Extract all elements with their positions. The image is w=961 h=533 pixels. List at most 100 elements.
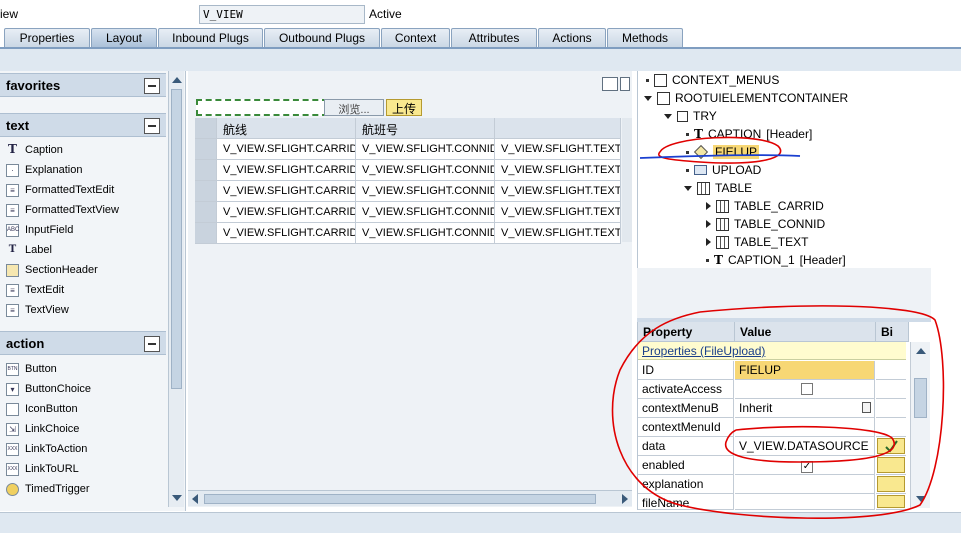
tab-properties[interactable]: Properties bbox=[4, 28, 90, 48]
palette-group-action[interactable]: action bbox=[0, 331, 166, 355]
scroll-down-icon[interactable] bbox=[172, 495, 182, 501]
palette-item-linkchoice[interactable]: ⇲ LinkChoice bbox=[6, 420, 79, 438]
palette-item-buttonchoice[interactable]: ▾ ButtonChoice bbox=[6, 380, 91, 398]
column-header[interactable]: 航线 bbox=[217, 118, 356, 139]
tree-node-rootuielementcontainer[interactable]: ROOTUIELEMENTCONTAINER bbox=[644, 89, 848, 107]
palette-item-inputfield[interactable]: ABC InputField bbox=[6, 221, 73, 239]
expand-triangle-icon[interactable] bbox=[706, 238, 711, 246]
view-name-field[interactable]: V_VIEW bbox=[199, 5, 365, 24]
palette-item-formattedtextview[interactable]: ≡ FormattedTextView bbox=[6, 201, 119, 219]
palette-item-iconbutton[interactable]: IconButton bbox=[6, 400, 78, 418]
row-selector[interactable] bbox=[195, 139, 217, 160]
tree-node-context-menus[interactable]: CONTEXT_MENUS bbox=[646, 71, 779, 89]
palette-item-caption[interactable]: T Caption bbox=[6, 141, 63, 159]
property-row-filename[interactable]: fileName bbox=[638, 494, 908, 510]
table-row[interactable]: V_VIEW.SFLIGHT.CARRID V_VIEW.SFLIGHT.CON… bbox=[195, 139, 621, 160]
palette-item-timedtrigger[interactable]: TimedTrigger bbox=[6, 480, 90, 498]
tree-node-caption[interactable]: T CAPTION [Header] bbox=[686, 125, 812, 143]
enabled-checkbox[interactable]: ✓ bbox=[801, 461, 813, 473]
layout-view-icon[interactable] bbox=[602, 77, 618, 91]
palette-item-linktoaction[interactable]: XXX LinkToAction bbox=[6, 440, 87, 458]
property-row-data[interactable]: data V_VIEW.DATASOURCE bbox=[638, 437, 908, 456]
layout-toggle-icon[interactable] bbox=[620, 77, 630, 91]
file-upload-input[interactable] bbox=[196, 99, 328, 116]
property-scrollbar[interactable] bbox=[910, 342, 930, 508]
scroll-thumb[interactable] bbox=[914, 378, 927, 418]
palette-item-linktourl[interactable]: XXX LinkToURL bbox=[6, 460, 79, 478]
collapse-triangle-icon[interactable] bbox=[664, 113, 672, 119]
scroll-thumb[interactable] bbox=[171, 89, 182, 389]
table-row[interactable]: V_VIEW.SFLIGHT.CARRID V_VIEW.SFLIGHT.CON… bbox=[195, 223, 621, 244]
property-row-activateaccess[interactable]: activateAccess bbox=[638, 380, 908, 399]
scroll-down-icon[interactable] bbox=[916, 496, 926, 502]
palette-item-textview[interactable]: ≡ TextView bbox=[6, 301, 69, 319]
expand-triangle-icon[interactable] bbox=[706, 202, 711, 210]
binding-button[interactable] bbox=[877, 476, 905, 492]
collapse-icon[interactable] bbox=[144, 118, 160, 134]
tab-actions[interactable]: Actions bbox=[538, 28, 606, 48]
row-selector[interactable] bbox=[195, 160, 217, 181]
canvas-horizontal-scrollbar[interactable] bbox=[188, 490, 632, 506]
scroll-up-icon[interactable] bbox=[916, 348, 926, 354]
column-header[interactable]: 航班号 bbox=[356, 118, 495, 139]
collapse-icon[interactable] bbox=[144, 336, 160, 352]
property-row-contextmenubehaviour[interactable]: contextMenuB Inherit bbox=[638, 399, 908, 418]
tree-node-try[interactable]: TRY bbox=[664, 107, 717, 125]
browse-button[interactable]: 浏览... bbox=[324, 99, 384, 116]
property-value-input[interactable] bbox=[735, 418, 875, 437]
property-value-input[interactable] bbox=[735, 475, 875, 494]
palette-item-sectionheader[interactable]: SectionHeader bbox=[6, 261, 98, 279]
scroll-right-icon[interactable] bbox=[622, 494, 628, 504]
palette-item-label[interactable]: T Label bbox=[6, 241, 52, 259]
tree-node-table-text[interactable]: TABLE_TEXT bbox=[706, 233, 808, 251]
tab-layout[interactable]: Layout bbox=[91, 28, 157, 48]
activate-access-checkbox[interactable] bbox=[801, 383, 813, 395]
collapse-triangle-icon[interactable] bbox=[644, 95, 652, 101]
column-header[interactable] bbox=[495, 118, 621, 139]
binding-button[interactable] bbox=[877, 438, 905, 454]
tab-context[interactable]: Context bbox=[381, 28, 450, 48]
property-row-contextmenuid[interactable]: contextMenuId bbox=[638, 418, 908, 437]
palette-item-textedit[interactable]: ≡ TextEdit bbox=[6, 281, 64, 299]
tab-attributes[interactable]: Attributes bbox=[451, 28, 537, 48]
row-selector-header[interactable] bbox=[195, 118, 217, 139]
palette-item-formattedtextedit[interactable]: ≡ FormattedTextEdit bbox=[6, 181, 114, 199]
property-row-id[interactable]: ID FIELUP bbox=[638, 361, 908, 380]
expand-triangle-icon[interactable] bbox=[706, 220, 711, 228]
property-value-input[interactable]: V_VIEW.DATASOURCE bbox=[735, 437, 875, 456]
table-row[interactable]: V_VIEW.SFLIGHT.CARRID V_VIEW.SFLIGHT.CON… bbox=[195, 202, 621, 223]
palette-item-button[interactable]: BTN Button bbox=[6, 360, 57, 378]
tree-node-table-connid[interactable]: TABLE_CONNID bbox=[706, 215, 825, 233]
palette-group-favorites[interactable]: favorites bbox=[0, 73, 166, 97]
dropdown-icon[interactable] bbox=[862, 402, 871, 413]
tree-node-fielup[interactable]: FIELUP bbox=[686, 143, 760, 161]
binding-button[interactable] bbox=[877, 457, 905, 473]
property-value-select[interactable]: Inherit bbox=[735, 399, 875, 418]
palette-item-explanation[interactable]: · Explanation bbox=[6, 161, 83, 179]
table-scrollbar[interactable] bbox=[622, 118, 632, 242]
row-selector[interactable] bbox=[195, 181, 217, 202]
property-value-input[interactable]: FIELUP bbox=[735, 361, 875, 380]
scroll-up-icon[interactable] bbox=[172, 77, 182, 83]
collapse-icon[interactable] bbox=[144, 78, 160, 94]
property-value-input[interactable] bbox=[735, 494, 875, 510]
collapse-triangle-icon[interactable] bbox=[684, 185, 692, 191]
tree-node-upload[interactable]: UPLOAD bbox=[686, 161, 761, 179]
upload-button[interactable]: 上传 bbox=[386, 99, 422, 116]
property-row-enabled[interactable]: enabled ✓ bbox=[638, 456, 908, 475]
palette-scrollbar[interactable] bbox=[168, 71, 184, 507]
palette-group-text[interactable]: text bbox=[0, 113, 166, 137]
tab-methods[interactable]: Methods bbox=[607, 28, 683, 48]
row-selector[interactable] bbox=[195, 202, 217, 223]
scroll-left-icon[interactable] bbox=[192, 494, 198, 504]
binding-button[interactable] bbox=[877, 495, 905, 508]
table-row[interactable]: V_VIEW.SFLIGHT.CARRID V_VIEW.SFLIGHT.CON… bbox=[195, 181, 621, 202]
scroll-thumb[interactable] bbox=[204, 494, 596, 504]
property-row-explanation[interactable]: explanation bbox=[638, 475, 908, 494]
property-group-link[interactable]: Properties (FileUpload) bbox=[638, 342, 906, 360]
table-row[interactable]: V_VIEW.SFLIGHT.CARRID V_VIEW.SFLIGHT.CON… bbox=[195, 160, 621, 181]
tree-node-caption-1[interactable]: T CAPTION_1 [Header] bbox=[706, 251, 846, 269]
tab-outbound-plugs[interactable]: Outbound Plugs bbox=[264, 28, 380, 48]
tree-node-table[interactable]: TABLE bbox=[684, 179, 752, 197]
tree-node-table-carrid[interactable]: TABLE_CARRID bbox=[706, 197, 824, 215]
